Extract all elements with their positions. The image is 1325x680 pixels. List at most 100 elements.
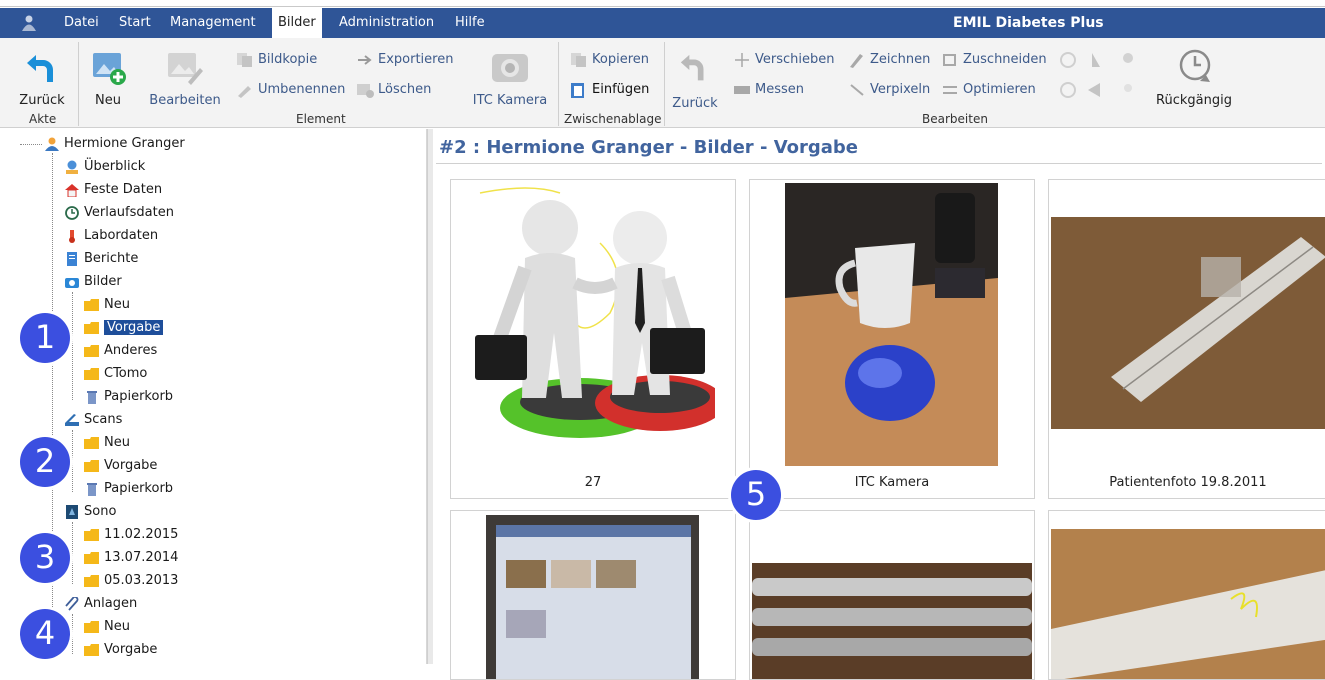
- camera-icon: [492, 54, 528, 82]
- rename-icon: [238, 86, 251, 98]
- folder-icon: [84, 575, 99, 587]
- optimize-button[interactable]: Optimieren: [941, 80, 1036, 100]
- tree-scans-label: Scans: [84, 412, 123, 427]
- move-label: Verschieben: [755, 52, 835, 67]
- callout-badge-2: 2: [20, 437, 70, 487]
- menu-administration[interactable]: Administration: [339, 8, 434, 38]
- copy-image-button[interactable]: Bildkopie: [236, 50, 317, 70]
- tree-scans-new[interactable]: Neu: [84, 432, 130, 454]
- tree-fixed-data-label: Feste Daten: [84, 182, 163, 197]
- tree-images-other[interactable]: Anderes: [84, 340, 157, 362]
- tree-attachments[interactable]: Anlagen: [64, 593, 137, 615]
- tree-images-trash[interactable]: Papierkorb: [84, 386, 173, 408]
- menu-bilder[interactable]: Bilder: [272, 8, 322, 38]
- image-card-4[interactable]: [450, 510, 736, 680]
- tree-sono-2-label: 13.07.2014: [104, 550, 179, 565]
- tree-sono-2[interactable]: 13.07.2014: [84, 547, 178, 569]
- camera-icon: [65, 278, 79, 288]
- tree-attachments-new[interactable]: Neu: [84, 616, 130, 638]
- pixelate-icon: [850, 84, 864, 96]
- rotate-right-icon[interactable]: [1060, 82, 1076, 98]
- ribbon: Zurück Akte Neu Bearbeiten Bildkopie Umb…: [0, 38, 1325, 128]
- tree-images-new[interactable]: Neu: [84, 294, 130, 316]
- export-button[interactable]: Exportieren: [356, 50, 453, 70]
- folder-icon: [84, 437, 99, 449]
- tree-lab[interactable]: Labordaten: [64, 225, 158, 247]
- tree-images-default[interactable]: Vorgabe: [84, 317, 164, 339]
- rename-button[interactable]: Umbenennen: [236, 80, 345, 100]
- transform-tools: [1060, 52, 1133, 98]
- image-card-3[interactable]: Patientenfoto 19.8.2011: [1048, 179, 1325, 499]
- new-label: Neu: [95, 93, 121, 108]
- menu-start[interactable]: Start: [119, 8, 151, 38]
- paste-button[interactable]: Einfügen: [570, 80, 649, 100]
- back-arrow-icon: [27, 55, 53, 82]
- copy-button[interactable]: Kopieren: [570, 50, 649, 70]
- tree-images-trash-label: Papierkorb: [104, 389, 174, 404]
- menu-datei[interactable]: Datei: [64, 8, 99, 38]
- app-logo-icon[interactable]: [20, 14, 38, 32]
- tree-sono-3[interactable]: 05.03.2013: [84, 570, 178, 592]
- tree-scans-trash[interactable]: Papierkorb: [84, 478, 173, 500]
- flip-horizontal-icon[interactable]: [1088, 83, 1100, 97]
- image-card-6[interactable]: [1048, 510, 1325, 680]
- tree-images[interactable]: Bilder: [64, 271, 122, 293]
- tree-scans-default[interactable]: Vorgabe: [84, 455, 157, 477]
- rotate-left-icon[interactable]: [1060, 52, 1076, 68]
- callout-badge-4: 4: [20, 609, 70, 659]
- image-card-5[interactable]: [749, 510, 1035, 680]
- tree-history-label: Verlaufsdaten: [84, 205, 174, 220]
- measure-button[interactable]: Messen: [733, 80, 804, 100]
- ribbon-separator: [558, 42, 559, 126]
- tree-attachments-new-label: Neu: [104, 619, 130, 634]
- menu-hilfe[interactable]: Hilfe: [455, 8, 485, 38]
- draw-button[interactable]: Zeichnen: [848, 50, 930, 70]
- tree-overview[interactable]: Überblick: [64, 156, 145, 178]
- group-element-label: Element: [296, 112, 346, 126]
- callout-badge-3: 3: [20, 533, 70, 583]
- crop-button[interactable]: Zuschneiden: [941, 50, 1047, 70]
- delete-label: Löschen: [378, 82, 432, 97]
- image-card-1[interactable]: 27: [450, 179, 736, 499]
- rename-label: Umbenennen: [258, 82, 346, 97]
- tree-history[interactable]: Verlaufsdaten: [64, 202, 174, 224]
- move-button[interactable]: Verschieben: [733, 50, 835, 70]
- tree-sono-label: Sono: [84, 504, 117, 519]
- house-icon: [65, 184, 79, 197]
- tree-images-other-label: Anderes: [104, 343, 158, 358]
- move-icon: [735, 53, 749, 67]
- draw-label: Zeichnen: [870, 52, 931, 67]
- bulb-off-icon[interactable]: [1124, 84, 1132, 92]
- image-caption-1: 27: [584, 475, 602, 490]
- flip-vertical-icon[interactable]: [1092, 53, 1100, 67]
- pixelate-button[interactable]: Verpixeln: [848, 80, 930, 100]
- ruler-icon: [734, 86, 750, 94]
- tree-connector: [72, 292, 73, 400]
- image-thumbnail-wrenches: [752, 563, 1032, 679]
- group-edit-label: Bearbeiten: [922, 112, 988, 126]
- tree-scans-default-label: Vorgabe: [104, 458, 158, 473]
- tree-images-default-label: Vorgabe: [104, 320, 164, 335]
- tree-attachments-default[interactable]: Vorgabe: [84, 639, 157, 661]
- bulb-icon[interactable]: [1123, 53, 1133, 63]
- folder-icon: [84, 322, 99, 334]
- tree-scans[interactable]: Scans: [64, 409, 122, 431]
- tree-reports[interactable]: Berichte: [64, 248, 138, 270]
- tree-sono[interactable]: Sono: [64, 501, 116, 523]
- copy-image-label: Bildkopie: [258, 52, 318, 67]
- tree-fixed-data[interactable]: Feste Daten: [64, 179, 162, 201]
- tree-patient[interactable]: Hermione Granger: [44, 133, 185, 155]
- image-card-2[interactable]: ITC Kamera: [749, 179, 1035, 499]
- delete-button[interactable]: Löschen: [356, 80, 431, 100]
- tree-images-ctomo[interactable]: CTomo: [84, 363, 147, 385]
- tree-scans-new-label: Neu: [104, 435, 130, 450]
- tree-sono-1[interactable]: 11.02.2015: [84, 524, 178, 546]
- paperclip-icon: [65, 597, 79, 611]
- folder-icon: [84, 552, 99, 564]
- crop-label: Zuschneiden: [963, 52, 1047, 67]
- menu-management[interactable]: Management: [170, 8, 256, 38]
- edit-back-label: Zurück: [672, 96, 718, 111]
- app-title: EMIL Diabetes Plus: [953, 15, 1104, 31]
- optimize-sliders-icon: [943, 86, 957, 94]
- crop-icon: [943, 54, 956, 66]
